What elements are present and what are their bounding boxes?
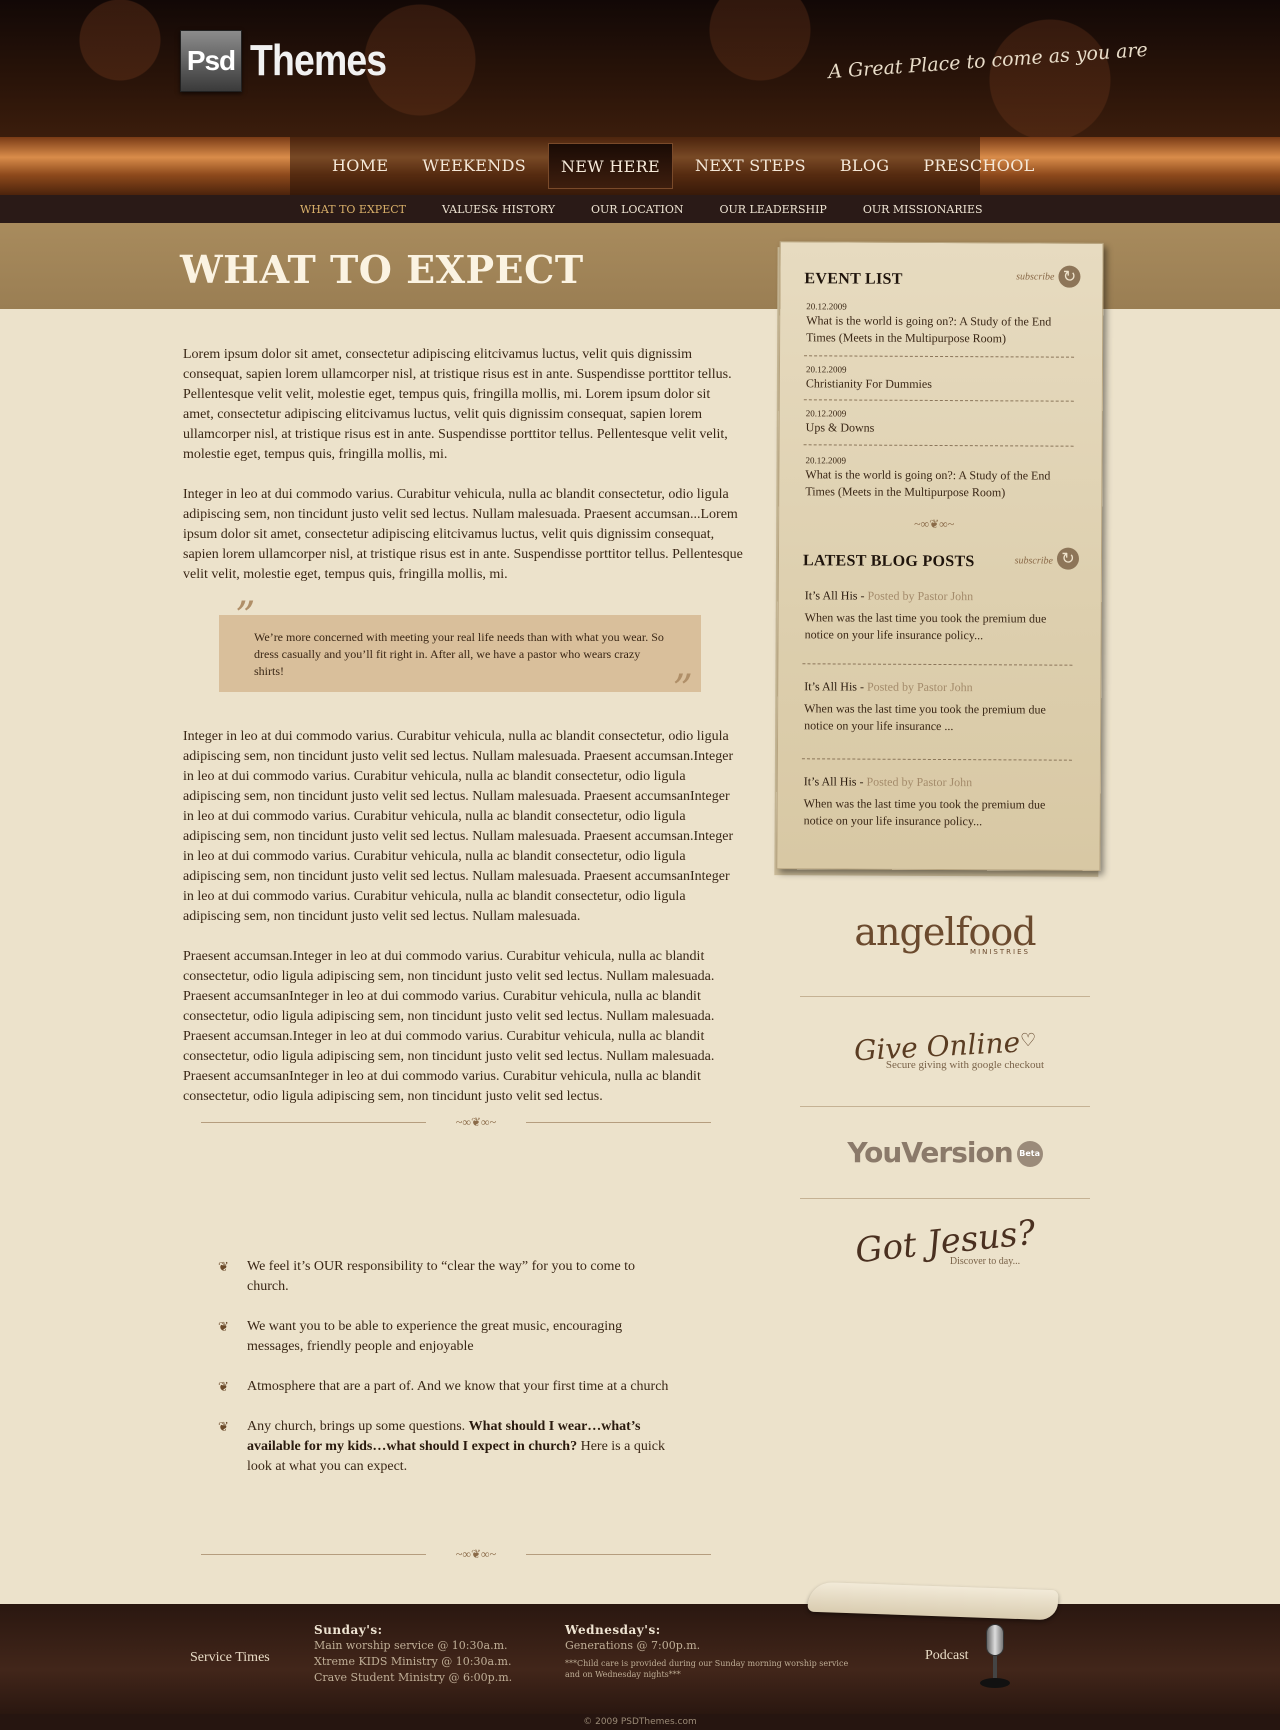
site-header: Psd Themes A Great Place to come as you … (0, 0, 1280, 137)
logo-mark: Psd (180, 30, 242, 92)
blog-post-item[interactable]: It’s All His - Posted by Pastor John Whe… (804, 773, 1066, 830)
nav-new-here[interactable]: NEW HERE (547, 143, 673, 189)
youversion-banner[interactable]: YouVersion Beta (800, 1136, 1090, 1169)
list-item: ❦ Atmosphere that are a part of. And we k… (218, 1379, 669, 1394)
event-item[interactable]: 20.12.2009 What is the world is going on… (806, 300, 1076, 347)
give-online-banner[interactable]: Give Online♡ Secure giving with google c… (800, 1026, 1090, 1071)
angelfood-ministries-banner[interactable]: angelfood MINISTRIES (800, 910, 1090, 956)
swirl-bullet-icon: ❦ (218, 1319, 229, 1334)
logo-wordmark: Themes (250, 36, 387, 85)
swirl-bullet-icon: ❦ (218, 1379, 229, 1394)
subnav-what-to-expect[interactable]: WHAT TO EXPECT (300, 203, 406, 216)
swirl-bullet-icon: ❦ (218, 1419, 229, 1434)
site-tagline: A Great Place to come as you are (827, 38, 1149, 84)
service-times-label: Service Times (190, 1650, 270, 1665)
main-navigation: HOME WEEKENDS NEW HERE NEXT STEPS BLOG P… (0, 137, 1280, 195)
list-item: ❦ We feel it’s OUR responsibility to “cle… (218, 1259, 636, 1294)
site-footer: Service Times Sunday's: Main worship ser… (0, 1581, 1280, 1714)
blog-post-item[interactable]: It’s All His - Posted by Pastor John Whe… (804, 678, 1066, 735)
sub-navigation: WHAT TO EXPECT VALUES& HISTORY OUR LOCAT… (0, 195, 1280, 223)
flourish-icon: ~∞❦∞~ (914, 516, 955, 532)
nav-weekends[interactable]: WEEKENDS (410, 143, 538, 189)
wednesday-times: Wednesday's: Generations @ 7:00p.m. ***C… (565, 1623, 849, 1679)
beta-badge: Beta (1016, 1141, 1043, 1167)
copyright: © 2009 PSDThemes.com (0, 1714, 1280, 1730)
ornament-divider: ~∞❦∞~ (201, 1115, 711, 1129)
flourish-icon: ~∞❦∞~ (426, 1115, 526, 1129)
subnav-our-missionaries[interactable]: OUR MISSIONARIES (863, 203, 983, 216)
list-item: ❦ Any church, brings up some questions. W… (218, 1419, 665, 1474)
paragraph-3: Integer in leo at dui commodo varius. Cu… (183, 729, 734, 924)
sunday-times: Sunday's: Main worship service @ 10:30a.… (314, 1623, 513, 1684)
bottom-ornament-divider: ~∞❦∞~ (201, 1547, 711, 1561)
blog-post-item[interactable]: It’s All His - Posted by Pastor John Whe… (805, 587, 1067, 644)
nav-home[interactable]: HOME (320, 143, 400, 189)
event-item[interactable]: 20.12.2009 What is the world is going on… (805, 454, 1075, 501)
list-item: ❦ We want you to be able to experience th… (218, 1319, 623, 1354)
expectations-list: ❦ We feel it’s OUR responsibility to “cle… (218, 1257, 678, 1497)
subnav-values-history[interactable]: VALUES& HISTORY (442, 203, 555, 216)
nav-blog[interactable]: BLOG (828, 143, 901, 189)
blog-subscribe-link[interactable]: subscribe (1015, 555, 1053, 566)
paragraph-1: Lorem ipsum dolor sit amet, consectetur … (183, 347, 732, 462)
nav-preschool[interactable]: PRESCHOOL (911, 143, 1046, 189)
open-quote-icon: ” (235, 594, 256, 640)
sidebar-paper: EVENT LIST subscribe ↻ 20.12.2009 What i… (776, 241, 1104, 871)
page-title: WHAT TO EXPECT (180, 247, 584, 292)
subnav-our-location[interactable]: OUR LOCATION (591, 203, 683, 216)
pull-quote-text: We’re more concerned with meeting your r… (254, 630, 664, 678)
swirl-bullet-icon: ❦ (218, 1259, 229, 1274)
blog-refresh-icon[interactable]: ↻ (1056, 547, 1080, 570)
got-jesus-banner[interactable]: Got Jesus? Discover to day... (800, 1213, 1090, 1272)
event-list-heading: EVENT LIST (804, 270, 903, 288)
paragraph-2: Integer in leo at dui commodo varius. Cu… (183, 487, 743, 582)
subnav-our-leadership[interactable]: OUR LEADERSHIP (719, 203, 826, 216)
pull-quote: ” We’re more concerned with meeting your… (219, 597, 701, 710)
flourish-icon: ~∞❦∞~ (426, 1547, 526, 1561)
event-item[interactable]: 20.12.2009 Christianity For Dummies (806, 363, 1076, 393)
microphone-icon[interactable] (980, 1624, 1010, 1690)
podcast-link[interactable]: Podcast (925, 1648, 969, 1664)
main-content: Lorem ipsum dolor sit amet, consectetur … (183, 345, 743, 1129)
close-quote-icon: ” (672, 667, 693, 713)
events-subscribe-link[interactable]: subscribe (1016, 271, 1054, 282)
heart-icon: ♡ (1019, 1030, 1037, 1050)
paragraph-4: Praesent accumsan.Integer in leo at dui … (183, 949, 715, 1104)
scroll-decoration (807, 1581, 1059, 1621)
event-item[interactable]: 20.12.2009 Ups & Downs (806, 407, 1076, 437)
events-refresh-icon[interactable]: ↻ (1058, 265, 1081, 288)
blog-posts-heading: LATEST BLOG POSTS (802, 552, 975, 571)
site-logo[interactable]: Psd Themes (180, 30, 410, 92)
nav-next-steps[interactable]: NEXT STEPS (683, 143, 818, 189)
